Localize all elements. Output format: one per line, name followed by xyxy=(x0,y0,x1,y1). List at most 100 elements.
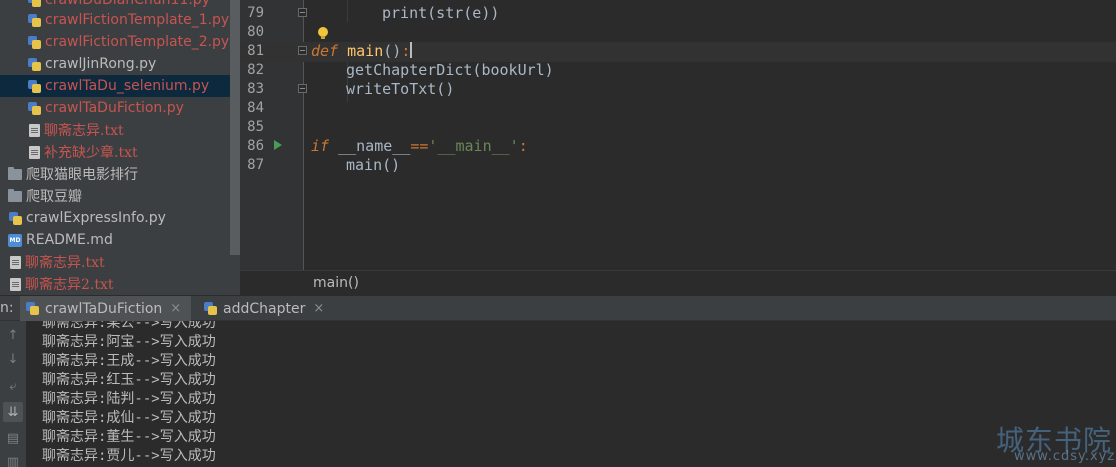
line-number: 85 xyxy=(247,119,264,135)
text-file-icon xyxy=(10,277,21,291)
python-file-icon xyxy=(28,57,41,71)
tree-item-readme[interactable]: MD README.md xyxy=(0,229,230,251)
python-file-icon xyxy=(204,302,217,315)
line-number: 84 xyxy=(247,100,264,116)
tree-item-label: README.md xyxy=(26,232,113,248)
lightbulb-icon[interactable] xyxy=(318,27,328,39)
code-token: print xyxy=(382,4,428,22)
tree-item-label: crawlFictionTemplate_1.py xyxy=(45,12,230,28)
code-line-87: main() xyxy=(346,156,401,174)
python-file-icon xyxy=(28,0,41,7)
trash-icon[interactable]: ▥ xyxy=(3,452,23,467)
text-file-icon xyxy=(29,145,40,159)
console-line: 聊斋志异:陆判-->写入成功 xyxy=(42,391,216,407)
python-file-icon xyxy=(26,302,39,315)
tree-item-crawlTaDu-selenium[interactable]: crawlTaDu_selenium.py xyxy=(0,75,230,97)
code-token: == xyxy=(410,137,429,155)
close-icon[interactable]: × xyxy=(313,301,324,316)
tree-item-crawlTaDuFiction[interactable]: crawlTaDuFiction.py xyxy=(0,97,230,119)
tree-item-label: crawlFictionTemplate_2.py xyxy=(45,34,230,50)
run-gutter-icon[interactable] xyxy=(274,140,282,150)
console-line: 聊斋志异:董生-->写入成功 xyxy=(42,429,216,445)
python-file-icon xyxy=(28,101,41,115)
tree-item-liaozhai2-txt[interactable]: 聊斋志异2.txt xyxy=(0,273,230,295)
run-toolbar: ↑ ↓ ⤶ ⇊ ▤ ▥ xyxy=(0,321,26,467)
line-number: 82 xyxy=(247,62,264,78)
tree-folder-maoyan[interactable]: 爬取猫眼电影排行 xyxy=(0,163,230,185)
line-number: 86 xyxy=(247,138,264,154)
python-file-icon xyxy=(28,35,41,49)
tree-item-crawlExpressInfo[interactable]: crawlExpressInfo.py xyxy=(0,207,230,229)
tree-item-crawlFictionTemplate-2[interactable]: crawlFictionTemplate_2.py xyxy=(0,31,230,53)
tree-item-label: 聊斋志异.txt xyxy=(25,255,105,271)
tree-item-crawlFictionTemplate-1[interactable]: crawlFictionTemplate_1.py xyxy=(0,9,230,31)
tree-item-crawlJinRong[interactable]: crawlJinRong.py xyxy=(0,53,230,75)
tree-item-liaozhai-root-txt[interactable]: 聊斋志异.txt xyxy=(0,251,230,273)
fold-marker-icon[interactable] xyxy=(298,84,307,93)
tree-item-label: 爬取豆瓣 xyxy=(26,189,82,205)
code-editor[interactable] xyxy=(304,0,1116,270)
tree-item-label: 爬取猫眼电影排行 xyxy=(26,167,138,183)
run-tab-addChapter[interactable]: addChapter × xyxy=(198,296,332,321)
tree-item-label: crawlExpressInfo.py xyxy=(26,210,166,226)
text-file-icon xyxy=(29,123,40,137)
code-token: : xyxy=(401,42,411,60)
sidebar-scrollbar[interactable] xyxy=(230,0,240,255)
text-caret xyxy=(410,42,413,58)
tree-item-label: 聊斋志异2.txt xyxy=(25,277,114,293)
indent-guide xyxy=(347,0,348,22)
code-line-86: if __name__=='__main__': xyxy=(311,137,528,155)
console-line: 聊斋志异:贾儿-->写入成功 xyxy=(42,448,216,464)
console-line: 聊斋志异:红玉-->写入成功 xyxy=(42,372,216,388)
console-line: 聊斋志异:阿宝-->写入成功 xyxy=(42,334,216,350)
console-output[interactable]: 聊斋志异:某公-->写入成功 聊斋志异:阿宝-->写入成功 聊斋志异:王成-->… xyxy=(26,321,1116,467)
python-file-icon xyxy=(28,79,41,93)
python-file-icon xyxy=(9,211,22,225)
line-number: 81 xyxy=(247,43,264,59)
watermark-url: www.cdsy.xyz xyxy=(1014,449,1116,464)
code-token: : xyxy=(518,137,528,155)
code-token: main xyxy=(347,42,384,60)
project-sidebar: crawlDuDianChun11.py crawlFictionTemplat… xyxy=(0,0,240,295)
soft-wrap-icon[interactable]: ⤶ xyxy=(3,376,23,396)
code-token: if xyxy=(311,137,330,155)
console-line: 聊斋志异:成仙-->写入成功 xyxy=(42,410,216,426)
run-tab-bar: n: crawlTaDuFiction × addChapter × xyxy=(0,295,1116,321)
fold-marker-icon[interactable] xyxy=(298,8,307,17)
breadcrumb[interactable]: main() xyxy=(313,275,359,291)
run-tab-crawlTaDuFiction[interactable]: crawlTaDuFiction × xyxy=(20,296,192,321)
arrow-up-icon[interactable]: ↑ xyxy=(3,325,23,345)
text-file-icon xyxy=(10,255,21,269)
tree-folder-douban[interactable]: 爬取豆瓣 xyxy=(0,185,230,207)
code-line-81: def main(): xyxy=(311,42,413,60)
tree-item-liaozhai-txt[interactable]: 聊斋志异.txt xyxy=(0,119,230,141)
markdown-file-icon: MD xyxy=(8,233,22,247)
scroll-to-end-icon[interactable]: ⇊ xyxy=(3,402,23,422)
arrow-down-icon[interactable]: ↓ xyxy=(3,349,23,369)
tree-item-label: crawlDuDianChun11.py xyxy=(45,0,210,8)
run-window-title: n: xyxy=(0,300,14,316)
fold-marker-icon[interactable] xyxy=(298,46,307,55)
breadcrumb-bar: main() xyxy=(240,270,1116,295)
console-line: 聊斋志异:王成-->写入成功 xyxy=(42,353,216,369)
code-token: def xyxy=(311,42,339,60)
code-line-83: writeToTxt() xyxy=(346,80,455,98)
code-line-79: print(str(e)) xyxy=(382,4,499,22)
tree-item-label: crawlJinRong.py xyxy=(45,56,157,72)
line-number: 87 xyxy=(247,157,264,173)
tree-item-buchong-txt[interactable]: 补充缺少章.txt xyxy=(0,141,230,163)
code-token: '__main__' xyxy=(428,137,519,155)
run-tab-label: crawlTaDuFiction xyxy=(45,300,163,317)
line-number: 83 xyxy=(247,81,264,97)
code-token: __name__ xyxy=(338,137,411,155)
python-file-icon xyxy=(28,13,41,27)
code-line-82: getChapterDict(bookUrl) xyxy=(346,61,554,79)
print-icon[interactable]: ▤ xyxy=(3,428,23,448)
code-token: (str(e)) xyxy=(427,4,500,22)
line-number: 80 xyxy=(247,24,264,40)
tree-item-label: crawlTaDu_selenium.py xyxy=(45,78,210,94)
close-icon[interactable]: × xyxy=(170,301,181,316)
folder-icon xyxy=(8,166,22,180)
run-tab-label: addChapter xyxy=(223,300,306,317)
editor-gutter xyxy=(240,0,303,270)
